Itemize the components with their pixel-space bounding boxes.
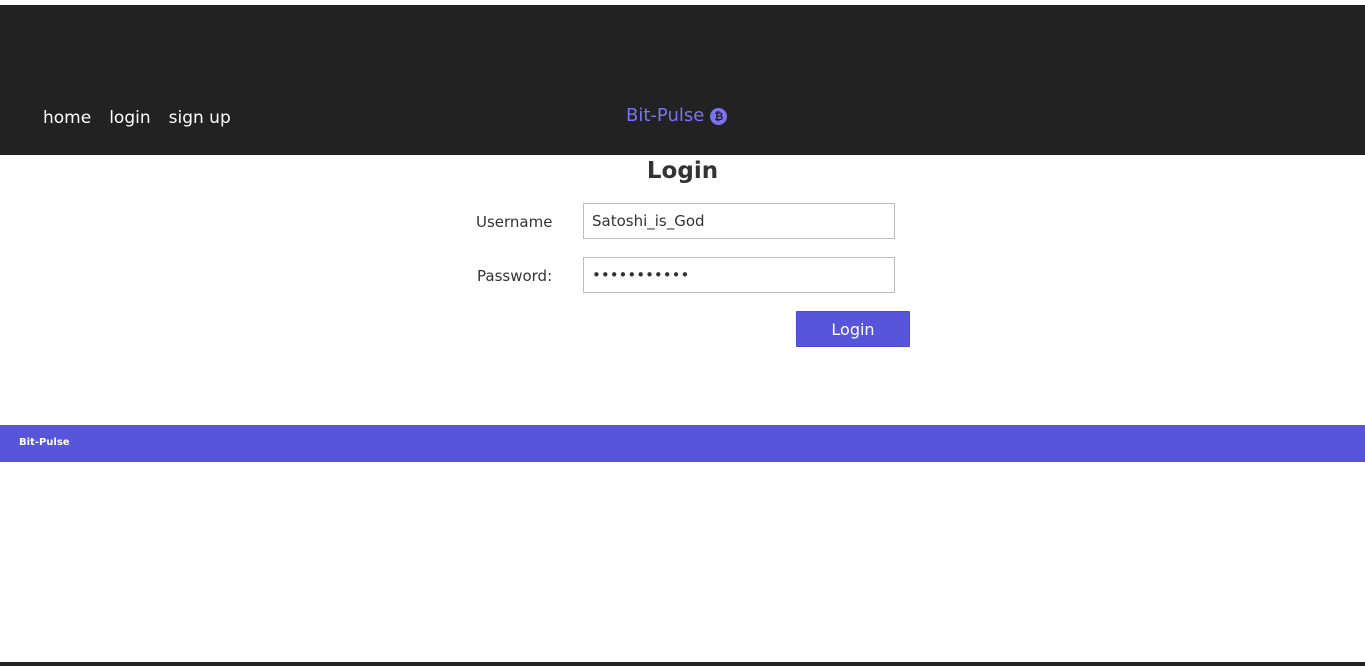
brand-name: Bit-Pulse xyxy=(626,105,705,126)
site-header: home login sign up Bit-Pulse ₿ xyxy=(0,5,1365,155)
nav-link-signup[interactable]: sign up xyxy=(169,107,231,129)
username-label: Username xyxy=(476,213,553,231)
login-button[interactable]: Login xyxy=(796,311,910,347)
bitcoin-icon: ₿ xyxy=(710,107,728,125)
brand-logo[interactable]: Bit-Pulse ₿ xyxy=(626,105,728,127)
main-nav: home login sign up xyxy=(43,107,231,129)
page-title: Login xyxy=(646,158,719,184)
footer-brand: Bit-Pulse xyxy=(19,437,70,448)
username-input[interactable] xyxy=(583,203,895,239)
site-footer: Bit-Pulse xyxy=(0,425,1365,462)
nav-link-home[interactable]: home xyxy=(43,107,91,129)
nav-link-login[interactable]: login xyxy=(109,107,150,129)
bottom-border xyxy=(0,662,1365,666)
password-input[interactable] xyxy=(583,257,895,293)
password-label: Password: xyxy=(477,267,553,285)
